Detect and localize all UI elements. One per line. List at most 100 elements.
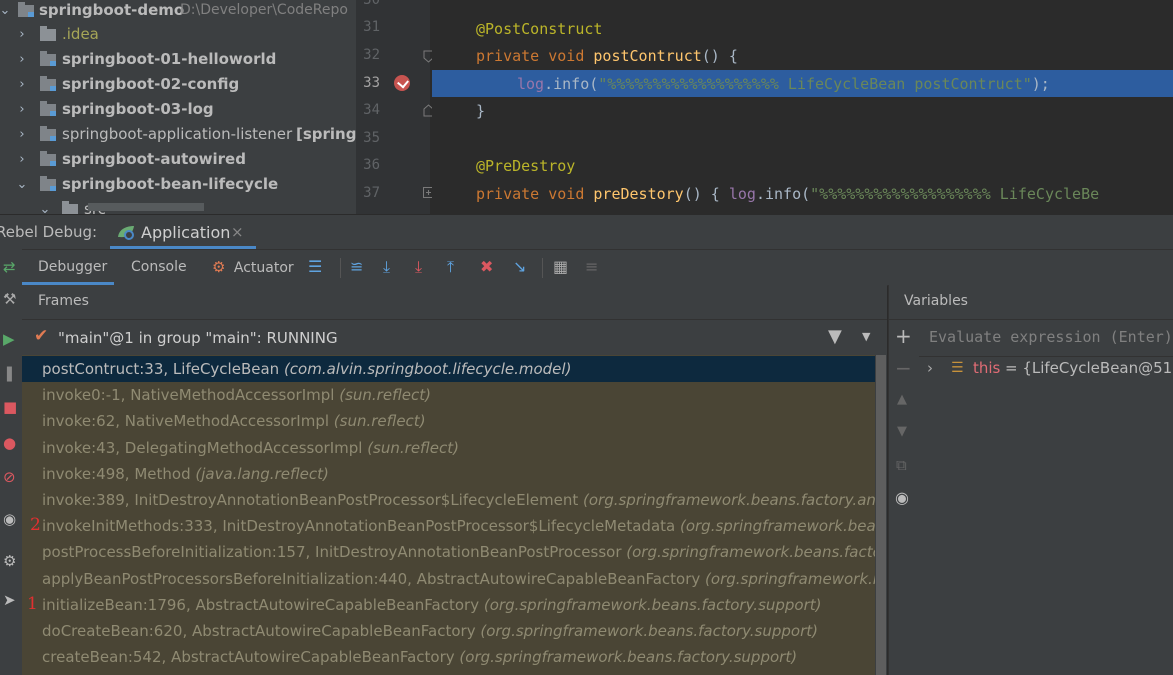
drop-frame-icon[interactable]: ✖ (480, 258, 493, 276)
tab-console[interactable]: Console (131, 250, 187, 285)
frame-package: (org.springframework.beans.factory.annot… (583, 491, 887, 509)
resume-icon[interactable]: ▶ (3, 331, 15, 347)
line-number: 30 (363, 0, 380, 8)
frames-list[interactable]: postContruct:33, LifeCycleBean (com.alvi… (22, 355, 887, 675)
view-breakpoints-icon[interactable]: ● (3, 435, 16, 451)
tree-item-application-listener[interactable]: › springboot-application-listener [sprin… (0, 122, 356, 147)
scrollbar-thumb[interactable] (876, 355, 886, 675)
line-number: 32 (363, 47, 380, 63)
frame-package: (org.springframework.beans.factory.suppo… (480, 622, 818, 640)
line-number: 31 (363, 19, 380, 35)
pause-icon[interactable]: ❚ (3, 365, 16, 381)
wrench-icon[interactable]: ⚒ (3, 291, 16, 307)
remove-watch-icon[interactable]: − (895, 356, 912, 380)
breakpoint-icon[interactable] (394, 75, 410, 91)
toolbar-divider (340, 258, 341, 278)
tree-item-label: springboot-02-config (62, 75, 240, 93)
step-out-icon[interactable]: ⤒ (447, 258, 454, 276)
chevron-down-icon[interactable]: ▼ (862, 330, 870, 343)
frame-package: (org.springframework.beans.factory.suppo… (459, 648, 798, 667)
divider (919, 356, 1173, 357)
debugger-toolbar: Debugger Console ⚙ Actuator ☰ ≌ ⤓ ⤓ ⤒ ✖ … (22, 249, 1173, 286)
tree-root-path: D:\Developer\CodeRepo (180, 2, 348, 18)
frame-method: invoke:498, Method (42, 464, 196, 483)
project-tree: ⌄ springboot-demo D:\Developer\CodeRepo … (0, 0, 356, 214)
frame-row[interactable]: applyBeanPostProcessorsBeforeInitializat… (42, 566, 887, 592)
chevron-right-icon[interactable]: › (11, 72, 33, 97)
tab-debugger[interactable]: Debugger (22, 250, 114, 285)
tree-item-label: springboot-bean-lifecycle (62, 175, 279, 193)
module-folder-icon (18, 2, 34, 17)
frame-method: applyBeanPostProcessorsBeforeInitializat… (42, 569, 706, 588)
run-to-cursor-icon[interactable]: ↘ (513, 258, 526, 276)
line-number: 36 (363, 157, 380, 173)
camera-icon[interactable]: ◉ (3, 511, 16, 527)
module-folder-icon (40, 51, 56, 66)
tree-item-root[interactable]: ⌄ springboot-demo D:\Developer\CodeRepo (0, 0, 356, 23)
thread-selector[interactable]: ✔ "main"@1 in group "main": RUNNING ▼ ▼ (22, 320, 887, 355)
stop-icon[interactable]: ■ (3, 399, 17, 415)
pin-icon[interactable]: ➤ (3, 592, 16, 608)
step-over-icon[interactable]: ⤓ (383, 258, 390, 276)
frame-row[interactable]: postProcessBeforeInitialization:157, Ini… (42, 539, 887, 565)
actuator-icon: ⚙ (212, 258, 226, 276)
chevron-right-icon[interactable]: › (11, 147, 33, 172)
tab-actuator[interactable]: ⚙ Actuator (212, 250, 294, 285)
tab-label: Console (131, 259, 187, 275)
eye-icon[interactable]: ◉ (895, 488, 909, 507)
chevron-down-icon[interactable]: ⌄ (0, 0, 16, 23)
chevron-down-icon[interactable]: ⌄ (34, 197, 56, 214)
restore-layout-icon[interactable]: ☰ (308, 258, 322, 276)
frame-row[interactable]: doCreateBean:620, AbstractAutowireCapabl… (42, 618, 818, 644)
session-tab-application[interactable]: Application × (110, 215, 256, 249)
variables-panel: Evaluate expression (Enter) › ☰ this = {… (919, 320, 1173, 675)
frame-row[interactable]: invoke:62, NativeMethodAccessorImpl (sun… (42, 408, 426, 434)
frame-row[interactable]: invoke:43, DelegatingMethodAccessorImpl … (42, 435, 459, 461)
frame-method: invoke:389, InitDestroyAnnotationBeanPos… (42, 491, 583, 509)
move-up-icon[interactable]: ▲ (897, 392, 907, 407)
check-icon: ✔ (34, 326, 49, 346)
frame-package: (java.lang.reflect) (195, 464, 329, 483)
frame-method: postProcessBeforeInitialization:157, Ini… (42, 543, 627, 562)
move-down-icon[interactable]: ▼ (897, 424, 907, 439)
filter-icon[interactable]: ▼ (828, 326, 842, 347)
rerun-icon[interactable]: ⇄ (3, 259, 16, 275)
duplicate-icon[interactable]: ⧉ (896, 456, 907, 474)
chevron-right-icon[interactable]: › (927, 359, 933, 377)
tree-item-label: springboot-01-helloworld (62, 50, 277, 68)
variables-title: Variables (904, 293, 968, 309)
settings-icon[interactable]: ⚙ (3, 553, 16, 569)
add-watch-icon[interactable]: + (895, 324, 912, 348)
close-icon[interactable]: × (231, 223, 244, 241)
frame-row[interactable]: createBean:542, AbstractAutowireCapableB… (42, 644, 797, 670)
trace-current-stream-icon[interactable]: ≡ (585, 258, 598, 276)
variable-row-this[interactable]: › ☰ this = {LifeCycleBean@5130 (919, 358, 1173, 382)
frame-row[interactable]: invoke:498, Method (java.lang.reflect) (42, 461, 329, 487)
frame-method: postContruct:33, LifeCycleBean (42, 360, 284, 378)
chevron-down-icon[interactable]: ⌄ (11, 172, 33, 197)
frame-row[interactable]: invoke0:-1, NativeMethodAccessorImpl (su… (42, 382, 431, 408)
evaluate-expression-input[interactable]: Evaluate expression (Enter) (929, 328, 1173, 346)
object-icon: ☰ (951, 360, 964, 376)
frame-package: (sun.reflect) (333, 412, 426, 431)
tree-horizontal-scrollbar[interactable] (88, 203, 204, 211)
frames-scrollbar[interactable] (875, 355, 887, 675)
chevron-right-icon[interactable]: › (11, 22, 33, 47)
chevron-right-icon[interactable]: › (11, 122, 33, 147)
frame-row[interactable]: initializeBean:1796, AbstractAutowireCap… (42, 592, 822, 618)
code-editor[interactable]: @PostConstruct private void postContruct… (432, 0, 1173, 214)
chevron-right-icon[interactable]: › (11, 47, 33, 72)
frame-row[interactable]: postContruct:33, LifeCycleBean (com.alvi… (22, 356, 885, 382)
evaluate-expression-icon[interactable]: ▦ (553, 258, 568, 276)
variables-header: Variables (888, 285, 1173, 320)
frame-package: (com.alvin.springboot.lifecycle.model) (283, 360, 572, 378)
frame-row[interactable]: invoke:389, InitDestroyAnnotationBeanPos… (42, 487, 887, 513)
show-execution-point-icon[interactable]: ≌ (350, 258, 363, 276)
frame-package: (org.springframework.beans.factory.a (626, 543, 887, 562)
frame-package: (sun.reflect) (367, 438, 459, 457)
mute-breakpoints-icon[interactable]: ⊘ (3, 469, 16, 485)
chevron-right-icon[interactable]: › (11, 97, 33, 122)
step-into-icon[interactable]: ⤓ (415, 258, 422, 276)
frame-package: (org.springframework.beans.factory.suppo… (483, 595, 822, 614)
frame-row[interactable]: invokeInitMethods:333, InitDestroyAnnota… (42, 513, 887, 539)
